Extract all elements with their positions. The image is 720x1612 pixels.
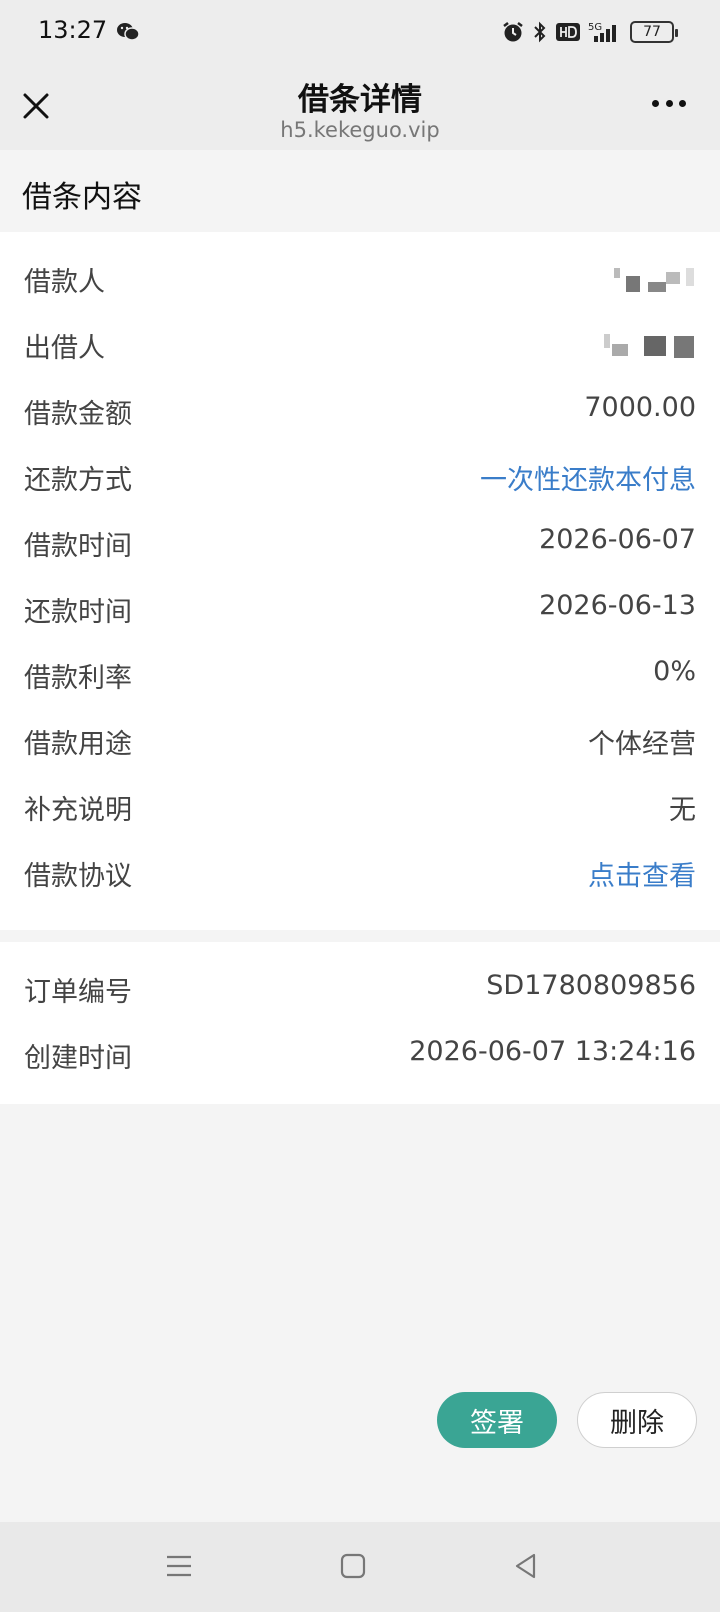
order-info-card: 订单编号 SD1780809856 创建时间 2026-06-07 13:24:… — [0, 942, 720, 1104]
detail-row-amount: 借款金额 7000.00 — [0, 384, 720, 434]
battery-indicator: 77 — [630, 21, 678, 43]
loan-details-card: 借款人 出借人 借款金额 7000.00 还款方式 一次性还款本付息 借款时间 … — [0, 232, 720, 930]
detail-value: 2026-06-07 13:24:16 — [409, 1036, 696, 1067]
section-header: 借条内容 — [0, 150, 720, 232]
status-bar: 13:27 5G 77 — [0, 0, 720, 62]
order-row-number: 订单编号 SD1780809856 — [0, 962, 720, 1012]
detail-row-borrower: 借款人 — [0, 252, 720, 302]
detail-value: 0% — [653, 656, 696, 687]
detail-label: 还款时间 — [24, 597, 132, 628]
repay-method-link[interactable]: 一次性还款本付息 — [480, 458, 696, 497]
detail-label: 借款人 — [24, 267, 105, 298]
detail-row-purpose: 借款用途 个体经营 — [0, 714, 720, 764]
detail-value: 2026-06-07 — [539, 524, 696, 555]
detail-row-notes: 补充说明 无 — [0, 780, 720, 830]
battery-level: 77 — [643, 24, 661, 40]
delete-button[interactable]: 删除 — [577, 1392, 697, 1448]
detail-label: 补充说明 — [24, 795, 132, 826]
redacted-name — [614, 268, 694, 292]
view-agreement-link[interactable]: 点击查看 — [588, 854, 696, 893]
wechat-icon — [117, 23, 140, 41]
page-domain: h5.kekeguo.vip — [280, 118, 440, 142]
page-title: 借条详情 — [298, 82, 422, 118]
menu-icon[interactable] — [165, 1552, 193, 1580]
back-icon[interactable] — [512, 1552, 540, 1580]
system-nav-bar — [0, 1522, 720, 1612]
status-icons: 5G 77 — [502, 18, 678, 46]
detail-label: 借款协议 — [24, 861, 132, 892]
alarm-icon — [503, 22, 523, 42]
detail-row-repay-method: 还款方式 一次性还款本付息 — [0, 450, 720, 500]
sign-button[interactable]: 签署 — [437, 1392, 557, 1448]
home-icon[interactable] — [339, 1552, 367, 1580]
redacted-name — [604, 334, 694, 358]
detail-label: 借款金额 — [24, 399, 132, 430]
signal-5g-icon: 5G — [588, 22, 616, 42]
detail-label: 借款时间 — [24, 531, 132, 562]
detail-label: 订单编号 — [24, 977, 132, 1008]
detail-row-lender: 出借人 — [0, 318, 720, 368]
detail-value: 个体经营 — [588, 729, 696, 760]
detail-label: 借款用途 — [24, 729, 132, 760]
hd-icon — [556, 23, 580, 41]
svg-text:5G: 5G — [588, 22, 602, 33]
detail-value: 无 — [669, 795, 696, 826]
detail-row-repay-date: 还款时间 2026-06-13 — [0, 582, 720, 632]
detail-label: 还款方式 — [24, 465, 132, 496]
status-time: 13:27 — [38, 16, 108, 44]
detail-value: 2026-06-13 — [539, 590, 696, 621]
nav-bar: 借条详情 h5.kekeguo.vip — [0, 62, 720, 150]
detail-row-loan-date: 借款时间 2026-06-07 — [0, 516, 720, 566]
detail-label: 出借人 — [24, 333, 105, 364]
bluetooth-icon — [534, 21, 546, 43]
detail-label: 借款利率 — [24, 663, 132, 694]
detail-label: 创建时间 — [24, 1043, 132, 1074]
order-row-created: 创建时间 2026-06-07 13:24:16 — [0, 1028, 720, 1078]
more-icon[interactable] — [652, 100, 686, 110]
section-title: 借条内容 — [22, 180, 142, 215]
detail-value: SD1780809856 — [486, 970, 696, 1001]
detail-row-agreement: 借款协议 点击查看 — [0, 846, 720, 896]
detail-row-rate: 借款利率 0% — [0, 648, 720, 698]
detail-value: 7000.00 — [584, 392, 696, 423]
